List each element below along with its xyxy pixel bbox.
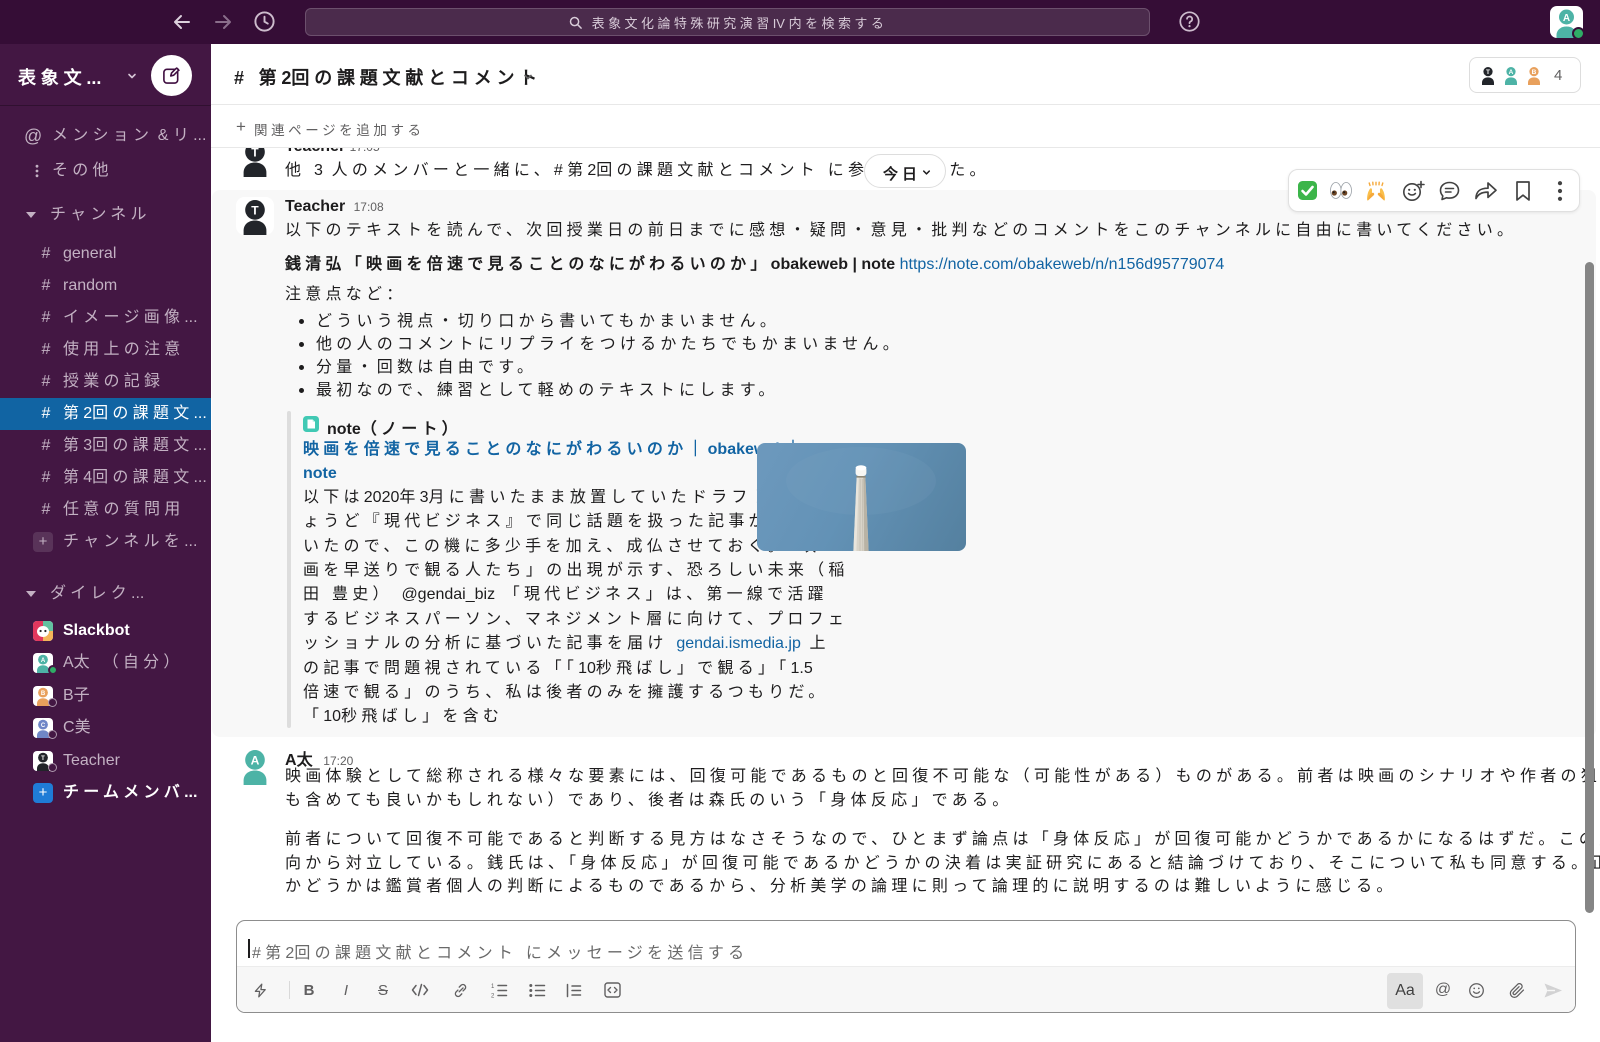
svg-text:2: 2 [491, 993, 495, 998]
svg-text:1: 1 [491, 984, 495, 990]
svg-text:T: T [251, 148, 259, 159]
svg-text:B: B [41, 691, 46, 697]
svg-text:C: C [41, 723, 46, 729]
svg-text:T: T [1486, 69, 1490, 76]
svg-text:B: B [1532, 69, 1537, 76]
svg-text:A: A [41, 658, 46, 664]
svg-text:A: A [1563, 13, 1570, 24]
svg-text:T: T [251, 203, 259, 217]
svg-text:T: T [41, 756, 45, 762]
svg-text:A: A [1509, 69, 1514, 76]
svg-text:A: A [251, 753, 260, 767]
